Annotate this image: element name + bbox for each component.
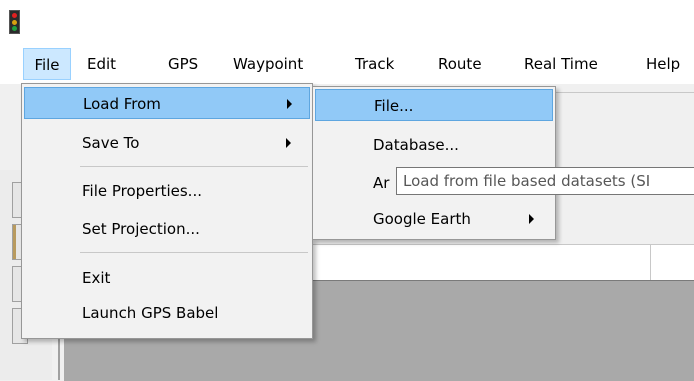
- submenu-arrow-icon: [529, 214, 534, 224]
- file-menu-save-to[interactable]: Save To: [24, 127, 310, 159]
- menu-item-label: Exit: [82, 269, 111, 287]
- menu-separator: [80, 252, 308, 253]
- file-menu-file-properties[interactable]: File Properties...: [24, 175, 310, 207]
- load-from-file[interactable]: File...: [315, 89, 553, 121]
- menu-waypoint[interactable]: Waypoint: [233, 48, 303, 80]
- menu-item-label: File Properties...: [82, 182, 202, 200]
- menu-item-label: Google Earth: [373, 210, 471, 228]
- menu-route[interactable]: Route: [438, 48, 482, 80]
- menu-item-label: Set Projection...: [82, 220, 200, 238]
- menu-real-time[interactable]: Real Time: [524, 48, 598, 80]
- menu-item-label: Database...: [373, 136, 459, 154]
- load-from-submenu: File... Database... Ar Google Earth: [312, 86, 556, 240]
- traffic-light-icon: [9, 10, 20, 34]
- menu-bar: File Edit GPS Waypoint Track Route Real …: [0, 44, 694, 84]
- submenu-arrow-icon: [286, 138, 291, 148]
- file-menu-dropdown: Load From Save To File Properties... Set…: [21, 83, 313, 339]
- menu-track[interactable]: Track: [355, 48, 394, 80]
- file-menu-load-from[interactable]: Load From: [24, 87, 310, 119]
- load-from-google-earth[interactable]: Google Earth: [315, 203, 553, 235]
- menu-help[interactable]: Help: [646, 48, 680, 80]
- menu-edit[interactable]: Edit: [87, 48, 116, 80]
- menu-gps[interactable]: GPS: [168, 48, 198, 80]
- menu-file[interactable]: File: [23, 48, 71, 80]
- menu-item-label: Save To: [82, 134, 140, 152]
- menu-item-label: Launch GPS Babel: [82, 304, 219, 322]
- grid-column-divider: [650, 244, 651, 280]
- tooltip: Load from file based datasets (SI: [396, 167, 694, 195]
- file-menu-exit[interactable]: Exit: [24, 262, 310, 294]
- title-bar: [0, 0, 694, 44]
- load-from-database[interactable]: Database...: [315, 129, 553, 161]
- submenu-arrow-icon: [287, 99, 292, 109]
- menu-item-label: Ar: [373, 174, 390, 192]
- menu-item-label: File...: [374, 97, 414, 115]
- menu-item-label: Load From: [83, 95, 161, 113]
- file-menu-launch-gps-babel[interactable]: Launch GPS Babel: [24, 297, 310, 329]
- menu-separator: [80, 166, 308, 167]
- file-menu-set-projection[interactable]: Set Projection...: [24, 213, 310, 245]
